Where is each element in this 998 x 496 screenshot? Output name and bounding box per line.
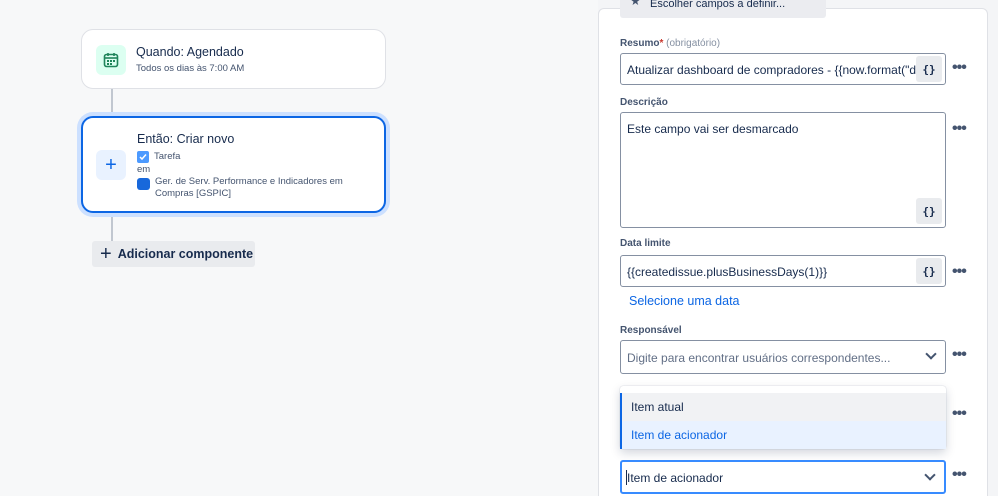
due-date-more-icon[interactable]: ••• bbox=[952, 264, 967, 280]
required-marker: * bbox=[659, 38, 664, 49]
select-date-link[interactable]: Selecione uma data bbox=[629, 294, 740, 308]
chevron-down-icon bbox=[925, 348, 937, 360]
required-hint: (obrigatório) bbox=[666, 38, 721, 49]
due-date-field[interactable]: {{createdissue.plusBusinessDays(1)}} {} bbox=[620, 255, 946, 287]
description-field[interactable]: Este campo vai ser desmarcado {} bbox=[620, 112, 946, 228]
reporter-dropdown-menu: Item atual Item de acionador bbox=[620, 386, 946, 449]
smart-value-button[interactable]: {} bbox=[916, 56, 942, 82]
summary-value: Atualizar dashboard de compradores - {{n… bbox=[627, 63, 917, 77]
due-date-value: {{createdissue.plusBusinessDays(1)}} bbox=[627, 265, 828, 279]
add-icon: + bbox=[100, 243, 112, 265]
smart-value-button[interactable]: {} bbox=[916, 258, 942, 284]
description-label: Descrição bbox=[620, 97, 668, 108]
option-item-atual[interactable]: Item atual bbox=[620, 393, 946, 421]
issue-type-row: Tarefa bbox=[137, 151, 180, 163]
action-title: Então: Criar novo bbox=[137, 132, 235, 146]
plus-icon: + bbox=[96, 150, 126, 180]
action-node[interactable]: + Então: Criar novo Tarefa em Ger. de Se… bbox=[81, 116, 386, 213]
text-caret bbox=[626, 470, 627, 485]
summary-field[interactable]: Atualizar dashboard de compradores - {{n… bbox=[620, 53, 946, 85]
flow-connector-bottom bbox=[111, 213, 113, 241]
assignee-label: Responsável bbox=[620, 325, 682, 336]
reporter-select[interactable]: Item de acionador bbox=[620, 460, 946, 494]
calendar-icon bbox=[96, 45, 126, 75]
project-cloud-icon bbox=[137, 178, 150, 190]
reporter-field-more-icon[interactable]: ••• bbox=[952, 467, 967, 483]
smart-value-button[interactable]: {} bbox=[916, 198, 942, 224]
issue-type-label: Tarefa bbox=[154, 151, 181, 162]
option-item-de-acionador[interactable]: Item de acionador bbox=[620, 421, 946, 449]
summary-more-icon[interactable]: ••• bbox=[952, 60, 967, 76]
project-label: Ger. de Serv. Performance e Indicadores … bbox=[155, 176, 343, 199]
add-component-button[interactable]: + Adicionar componente bbox=[92, 241, 255, 267]
assignee-select[interactable]: Digite para encontrar usuários correspon… bbox=[620, 340, 946, 374]
project-row: Ger. de Serv. Performance e Indicadores … bbox=[137, 176, 347, 200]
description-more-icon[interactable]: ••• bbox=[952, 121, 967, 137]
trigger-subtitle: Todos os dias às 7:00 AM bbox=[136, 63, 245, 74]
add-component-label: Adicionar componente bbox=[117, 247, 254, 261]
assignee-more-icon[interactable]: ••• bbox=[952, 347, 967, 363]
assignee-placeholder: Digite para encontrar usuários correspon… bbox=[627, 351, 891, 365]
reporter-value: Item de acionador bbox=[627, 471, 724, 485]
summary-label: Resumo* (obrigatório) bbox=[620, 38, 721, 49]
in-label: em bbox=[137, 164, 151, 175]
choose-fields-button[interactable]: ★ Escolher campos a definir... bbox=[620, 0, 826, 18]
trigger-title: Quando: Agendado bbox=[136, 45, 244, 59]
flow-connector-top bbox=[111, 89, 113, 116]
task-checkbox-icon bbox=[137, 151, 149, 163]
trigger-node[interactable]: Quando: Agendado Todos os dias às 7:00 A… bbox=[81, 29, 386, 89]
star-icon: ★ bbox=[630, 0, 641, 8]
choose-fields-label: Escolher campos a definir... bbox=[650, 0, 786, 10]
description-value: Este campo vai ser desmarcado bbox=[627, 122, 799, 136]
chevron-down-icon bbox=[924, 469, 936, 481]
due-date-label: Data limite bbox=[620, 238, 671, 249]
reporter-more-icon[interactable]: ••• bbox=[952, 406, 967, 422]
